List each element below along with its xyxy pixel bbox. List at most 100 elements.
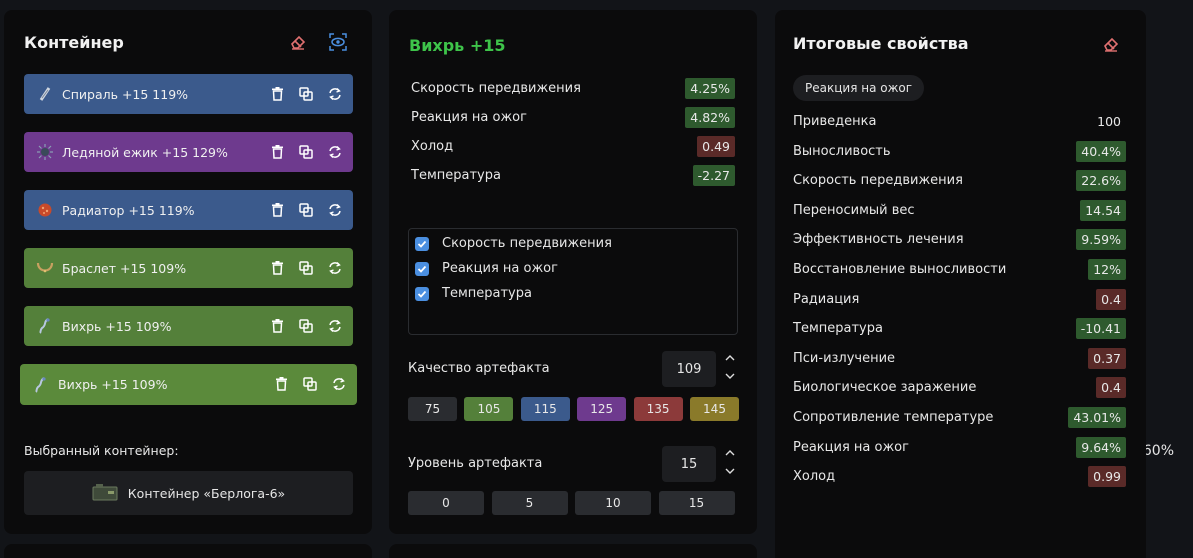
swap-icon[interactable]: [327, 144, 343, 160]
swap-icon[interactable]: [327, 260, 343, 276]
copy-icon[interactable]: [298, 144, 314, 160]
container-item[interactable]: Браслет +15 109%: [24, 248, 353, 288]
copy-icon[interactable]: [298, 318, 314, 334]
checkbox-label: Реакция на ожог: [442, 261, 558, 276]
quality-label: Качество артефакта: [408, 361, 550, 376]
stat-row: Холод 0.49: [411, 136, 735, 157]
chevron-up-icon[interactable]: [725, 353, 735, 364]
stat-value: 9.59%: [1076, 229, 1126, 251]
chevron-down-icon[interactable]: [725, 467, 735, 478]
swap-icon[interactable]: [331, 376, 347, 392]
stat-value: 4.82%: [685, 107, 735, 128]
stat-label: Холод: [793, 469, 836, 485]
total-stat-row: Пси-излучение 0.37: [793, 347, 1126, 369]
chevron-up-icon[interactable]: [725, 448, 735, 459]
trash-icon[interactable]: [273, 376, 289, 392]
item-actions: [269, 74, 343, 114]
level-preset-button[interactable]: 15: [658, 491, 735, 515]
total-stat-row: Выносливость 40.4%: [793, 140, 1126, 162]
item-actions: [269, 132, 343, 172]
container-item[interactable]: Радиатор +15 119%: [24, 190, 353, 230]
swap-icon[interactable]: [327, 318, 343, 334]
level-stepper[interactable]: [723, 448, 737, 478]
eye-icon[interactable]: [327, 31, 349, 53]
trash-icon[interactable]: [269, 86, 285, 102]
stat-checkbox[interactable]: Реакция на ожог: [415, 261, 558, 276]
stat-label: Скорость передвижения: [793, 173, 963, 189]
protection-value: 60%: [1142, 443, 1174, 459]
quality-input[interactable]: 109: [662, 351, 716, 387]
stat-label: Реакция на ожог: [793, 439, 909, 455]
stat-value: 0.37: [1088, 347, 1126, 369]
quality-preset-button[interactable]: 115: [520, 397, 570, 421]
quality-stepper[interactable]: [723, 353, 737, 383]
copy-icon[interactable]: [298, 260, 314, 276]
checkbox[interactable]: [415, 286, 429, 301]
container-select-button[interactable]: Контейнер «Берлога-6»: [24, 471, 353, 515]
stat-row: Реакция на ожог 4.82%: [411, 107, 735, 128]
quality-preset-button[interactable]: 135: [633, 397, 683, 421]
item-actions: [269, 248, 343, 288]
item-actions: [269, 306, 343, 346]
quality-preset-button[interactable]: 105: [464, 397, 514, 421]
copy-icon[interactable]: [298, 86, 314, 102]
stat-label: Приведенка: [793, 114, 877, 129]
level-preset-button[interactable]: 5: [491, 491, 568, 515]
stat-value: 0.4: [1096, 377, 1126, 399]
stat-row: Скорость передвижения 4.25%: [411, 78, 735, 99]
stat-value: 0.99: [1088, 466, 1126, 488]
copy-icon[interactable]: [298, 202, 314, 218]
level-preset-button[interactable]: 0: [408, 491, 484, 515]
container-item[interactable]: Вихрь +15 109%: [24, 306, 353, 346]
quality-preset-button[interactable]: 125: [577, 397, 627, 421]
trash-icon[interactable]: [269, 318, 285, 334]
checkbox[interactable]: [415, 236, 429, 251]
total-stat-row: Восстановление выносливости 12%: [793, 259, 1126, 280]
item-name: Вихрь +15 109%: [62, 318, 172, 334]
filter-chip[interactable]: Реакция на ожог: [793, 75, 925, 101]
total-stat-row: Эффективность лечения 9.59%: [793, 229, 1126, 251]
stat-checkbox[interactable]: Скорость передвижения: [415, 236, 612, 251]
stat-value: -10.41: [1075, 318, 1126, 340]
quality-preset-button[interactable]: 145: [690, 397, 739, 421]
swap-icon[interactable]: [327, 202, 343, 218]
spiral-icon: [36, 85, 54, 103]
item-name: Браслет +15 109%: [62, 260, 187, 276]
total-stat-row: Переносимый вес 14.54: [793, 199, 1126, 221]
stat-value: 100: [1097, 114, 1121, 129]
container-item[interactable]: Ледяной ежик +15 129%: [24, 132, 353, 172]
container-item[interactable]: Спираль +15 119%: [24, 74, 353, 114]
selected-container-label: Выбранный контейнер:: [24, 443, 179, 458]
eraser-icon[interactable]: [287, 31, 309, 53]
total-stat-row: Скорость передвижения 22.6%: [793, 170, 1126, 192]
trash-icon[interactable]: [269, 144, 285, 160]
trash-icon[interactable]: [269, 260, 285, 276]
level-input[interactable]: 15: [662, 446, 716, 482]
stat-label: Температура: [411, 168, 501, 183]
container-icon: [92, 482, 118, 505]
swap-icon[interactable]: [327, 86, 343, 102]
eraser-icon[interactable]: [1100, 33, 1122, 55]
trash-icon[interactable]: [269, 202, 285, 218]
stat-value: 14.54: [1080, 199, 1126, 221]
level-preset-button[interactable]: 10: [575, 491, 651, 515]
stat-value: 22.6%: [1076, 170, 1126, 192]
quality-preset-button[interactable]: 75: [408, 397, 457, 421]
stat-value: 4.25%: [685, 78, 735, 99]
stat-checkbox[interactable]: Температура: [415, 286, 532, 301]
stat-label: Пси-излучение: [793, 350, 896, 366]
total-stat-row: Приведенка 100: [793, 111, 1126, 132]
radiator-icon: [36, 201, 54, 219]
checkbox-label: Скорость передвижения: [442, 236, 612, 251]
checkbox[interactable]: [415, 261, 429, 276]
stat-value: 9.64%: [1076, 436, 1126, 458]
chevron-down-icon[interactable]: [725, 372, 735, 383]
total-stat-row: Температура -10.41: [793, 318, 1126, 340]
stat-row: Температура -2.27: [411, 165, 735, 186]
copy-icon[interactable]: [302, 376, 318, 392]
stat-label: Холод: [411, 139, 454, 154]
container-item[interactable]: Вихрь +15 109%: [20, 364, 357, 405]
artifact-title: Вихрь +15: [409, 36, 506, 55]
stat-label: Эффективность лечения: [793, 232, 964, 248]
container-title: Контейнер: [24, 33, 124, 52]
